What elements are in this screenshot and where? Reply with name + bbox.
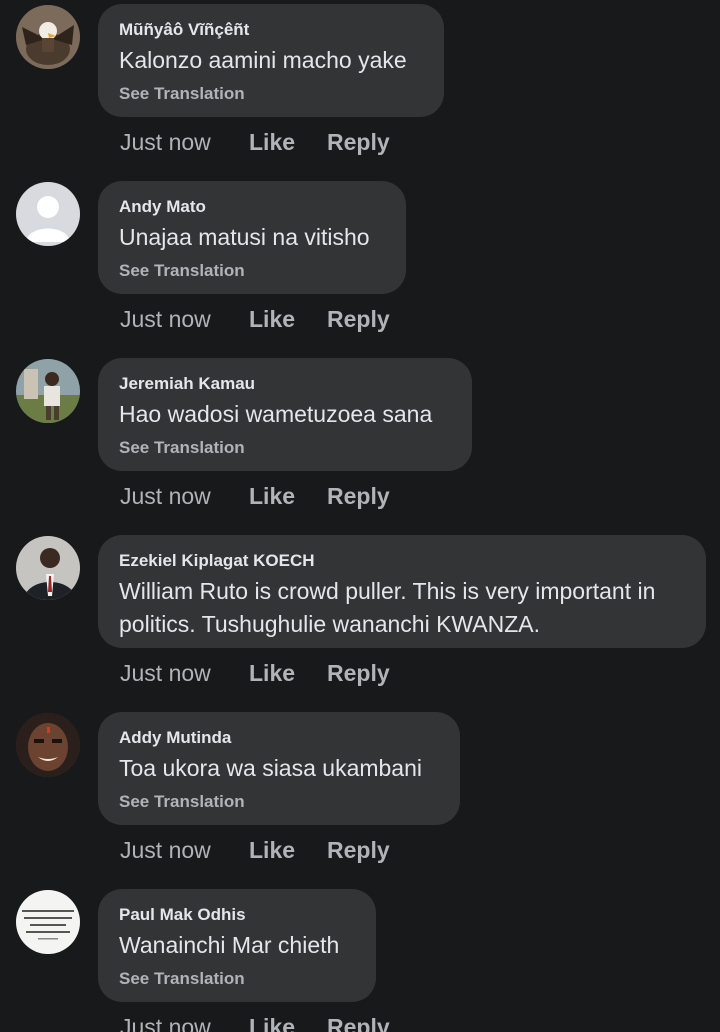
comment-author[interactable]: Andy Mato: [119, 196, 384, 218]
default-profile-avatar[interactable]: [16, 182, 80, 246]
like-button[interactable]: Like: [249, 481, 295, 511]
comment-author[interactable]: Paul Mak Odhis: [119, 904, 354, 926]
see-translation-link[interactable]: See Translation: [119, 968, 354, 990]
face-portrait-avatar[interactable]: [16, 713, 80, 777]
suit-portrait-avatar[interactable]: [16, 536, 80, 600]
reply-button[interactable]: Reply: [327, 481, 390, 511]
suit-portrait-avatar-image: [16, 536, 80, 600]
like-button[interactable]: Like: [249, 835, 295, 865]
reply-button[interactable]: Reply: [327, 658, 390, 688]
comment-item: Addy Mutinda Toa ukora wa siasa ukambani…: [0, 708, 720, 885]
comment-bubble: Mũñyâô Vĩñçêñt Kalonzo aamini macho yake…: [98, 4, 444, 117]
like-button[interactable]: Like: [249, 1012, 295, 1032]
reply-button[interactable]: Reply: [327, 304, 390, 334]
like-button[interactable]: Like: [249, 127, 295, 157]
see-translation-link[interactable]: See Translation: [119, 260, 384, 282]
comment-item: Mũñyâô Vĩñçêñt Kalonzo aamini macho yake…: [0, 0, 720, 177]
eagle-avatar-image: [16, 5, 80, 69]
comment-feed: Mũñyâô Vĩñçêñt Kalonzo aamini macho yake…: [0, 0, 720, 1032]
comment-item: Paul Mak Odhis Wanainchi Mar chieth See …: [0, 885, 720, 1032]
see-translation-link[interactable]: See Translation: [119, 437, 450, 459]
comment-text: Toa ukora wa siasa ukambani: [119, 755, 422, 781]
comment-author[interactable]: Addy Mutinda: [119, 727, 438, 749]
comment-timestamp: Just now: [120, 306, 211, 332]
comment-bubble: Addy Mutinda Toa ukora wa siasa ukambani…: [98, 712, 460, 825]
comment-timestamp: Just now: [120, 660, 211, 686]
comment-author[interactable]: Mũñyâô Vĩñçêñt: [119, 19, 422, 41]
comment-author[interactable]: Ezekiel Kiplagat KOECH: [119, 550, 684, 572]
reply-button[interactable]: Reply: [327, 127, 390, 157]
comment-author[interactable]: Jeremiah Kamau: [119, 373, 450, 395]
comment-bubble: Jeremiah Kamau Hao wadosi wametuzoea san…: [98, 358, 472, 471]
comment-timestamp: Just now: [120, 837, 211, 863]
comment-bubble: Paul Mak Odhis Wanainchi Mar chieth See …: [98, 889, 376, 1002]
outdoor-photo-avatar[interactable]: [16, 359, 80, 423]
eagle-avatar[interactable]: [16, 5, 80, 69]
comment-item: Andy Mato Unajaa matusi na vitisho See T…: [0, 177, 720, 354]
comment-timestamp: Just now: [120, 1014, 211, 1032]
comment-text-line: William Ruto is crowd puller. This is ve…: [119, 578, 656, 604]
comment-text: Kalonzo aamini macho yake: [119, 47, 407, 73]
like-button[interactable]: Like: [249, 304, 295, 334]
face-portrait-avatar-image: [16, 713, 80, 777]
comment-timestamp: Just now: [120, 483, 211, 509]
comment-text-line: politics. Tushughulie wananchi KWANZA.: [119, 611, 541, 637]
comment-text: Unajaa matusi na vitisho: [119, 224, 370, 250]
reply-button[interactable]: Reply: [327, 1012, 390, 1032]
reply-button[interactable]: Reply: [327, 835, 390, 865]
quote-text-avatar-image: [16, 890, 80, 954]
comment-item: Ezekiel Kiplagat KOECH William Ruto is c…: [0, 531, 720, 708]
see-translation-link[interactable]: See Translation: [119, 83, 422, 105]
see-translation-link[interactable]: See Translation: [119, 791, 438, 813]
comment-timestamp: Just now: [120, 129, 211, 155]
quote-text-avatar[interactable]: [16, 890, 80, 954]
comment-bubble: Andy Mato Unajaa matusi na vitisho See T…: [98, 181, 406, 294]
outdoor-photo-avatar-image: [16, 359, 80, 423]
comment-bubble: Ezekiel Kiplagat KOECH William Ruto is c…: [98, 535, 706, 648]
comment-text: Wanainchi Mar chieth: [119, 932, 340, 958]
like-button[interactable]: Like: [249, 658, 295, 688]
default-profile-avatar-image: [16, 182, 80, 246]
comment-item: Jeremiah Kamau Hao wadosi wametuzoea san…: [0, 354, 720, 531]
comment-text: Hao wadosi wametuzoea sana: [119, 401, 433, 427]
